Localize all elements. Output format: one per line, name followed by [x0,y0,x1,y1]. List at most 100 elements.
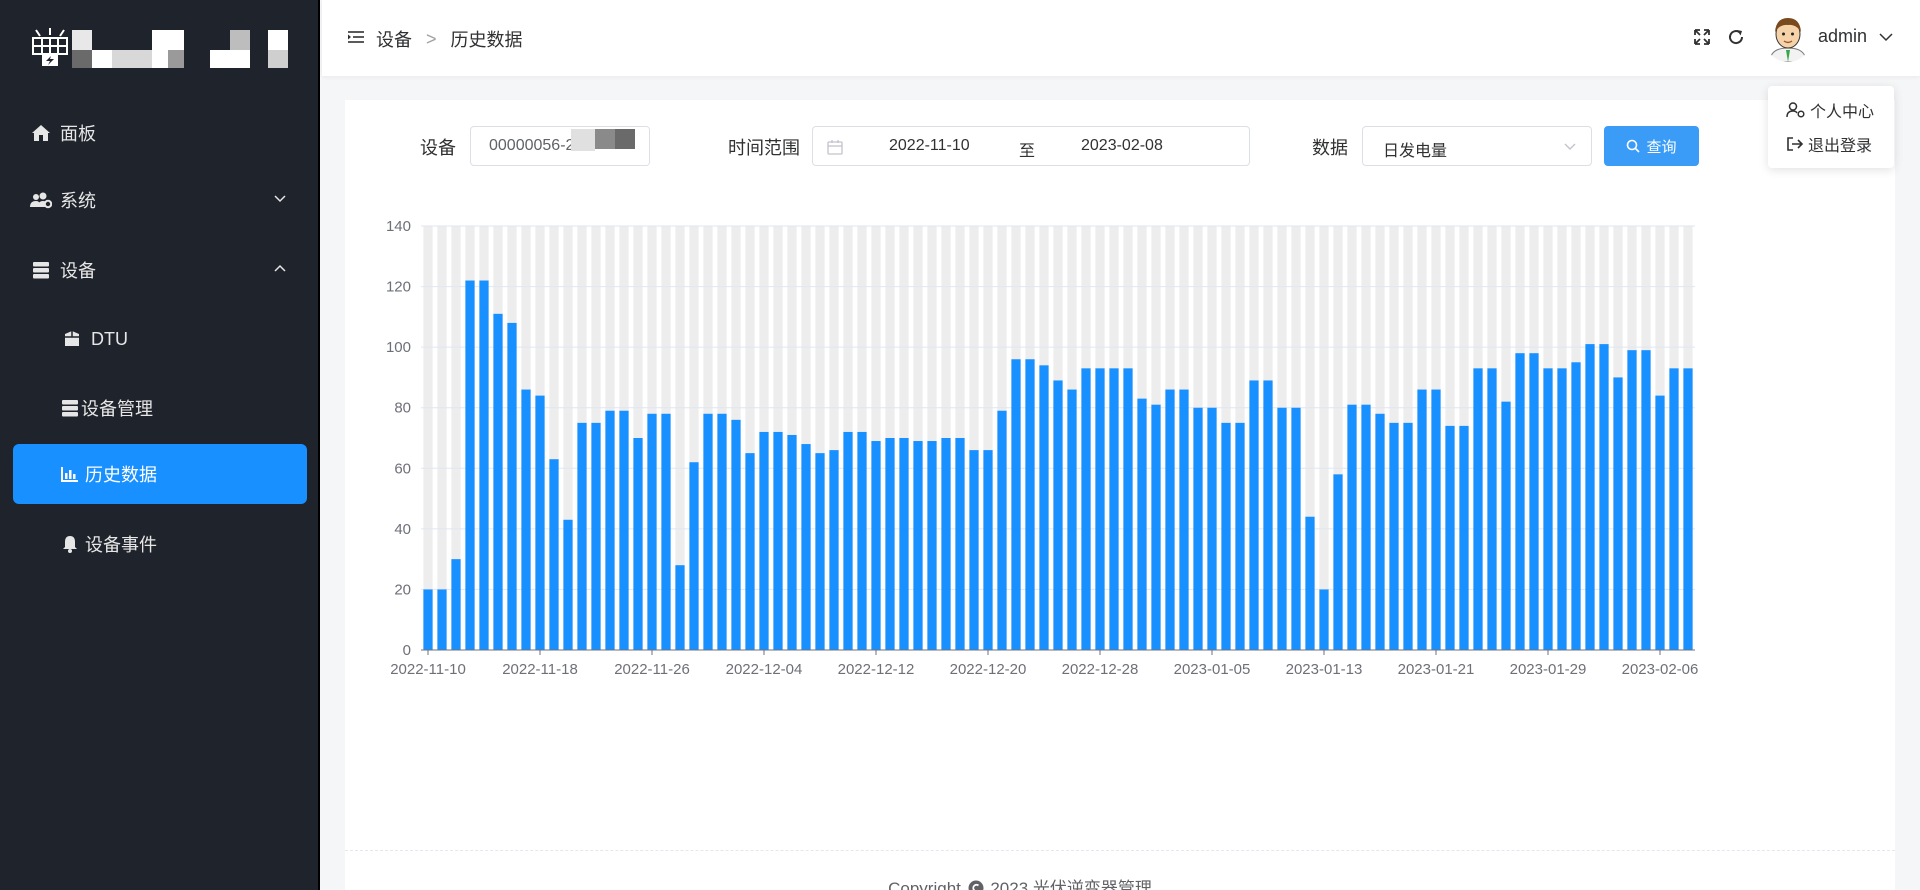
bar [1165,389,1175,650]
bar [1039,365,1049,650]
x-tick-label: 2023-02-06 [1622,661,1699,678]
bar [703,413,713,650]
bar [619,410,629,650]
bar [647,413,657,650]
x-tick-label: 2022-12-04 [726,661,803,678]
bar [1137,398,1147,650]
user-dropdown-menu: 个人中心 退出登录 [1768,86,1894,168]
bar [829,450,839,650]
bar [1361,404,1371,650]
bar [1333,474,1343,650]
bar [605,410,615,650]
sign-out-icon [1787,137,1804,151]
bar [1599,344,1609,650]
bar [423,589,433,650]
y-tick-label: 80 [394,400,411,417]
bar [1193,407,1203,650]
bar [1655,395,1665,650]
bar [1543,368,1553,650]
bar-background [437,226,447,650]
y-tick-label: 120 [386,279,411,296]
bar [871,441,881,650]
bar [507,322,517,650]
bar [815,453,825,650]
bar [955,438,965,650]
bar [675,565,685,650]
x-tick-label: 2022-11-10 [390,661,466,678]
bar [885,438,895,650]
bar [787,434,797,650]
bar [1207,407,1217,650]
bar [1221,422,1231,650]
bar [1151,404,1161,650]
y-tick-label: 100 [386,339,411,356]
bar [1109,368,1119,650]
bar [927,441,937,650]
x-tick-label: 2022-12-12 [838,661,915,678]
y-tick-label: 20 [394,581,411,598]
bar [1641,350,1651,650]
bar [1263,380,1273,650]
bar [913,441,923,650]
bar [1375,413,1385,650]
bar [1025,359,1035,650]
x-tick-label: 2023-01-13 [1286,661,1363,678]
copyright-label: Copyright [888,879,961,890]
bar [1585,344,1595,650]
bar [689,462,699,650]
bar [1347,404,1357,650]
bar [661,413,671,650]
bar [801,444,811,650]
x-tick-label: 2023-01-29 [1510,661,1587,678]
bar [1389,422,1399,650]
bar [535,395,545,650]
bar [1431,389,1441,650]
bar [465,280,475,650]
bar [745,453,755,650]
user-cog-icon [1786,102,1805,118]
daily-generation-bar-chart: 0 20 40 60 80 100 120 140 2022-11-10 2022-11-18 2… [386,218,1699,678]
x-tick-label: 2022-11-18 [502,661,578,678]
bar [1627,350,1637,650]
bar [1557,368,1567,650]
copyright-text: Copyright 2023 光伏逆变器管理 [0,874,1920,890]
bar [773,431,783,650]
menu-item-logout[interactable]: 退出登录 [1786,132,1872,156]
bar [899,438,909,650]
bar [1291,407,1301,650]
bar [1081,368,1091,650]
x-tick-label: 2022-11-26 [614,661,690,678]
x-tick-label: 2023-01-05 [1174,661,1251,678]
bar [1529,353,1539,650]
bar [941,438,951,650]
bar [1067,389,1077,650]
menu-item-label: 个人中心 [1810,104,1875,121]
bar [1403,422,1413,650]
bar [1305,516,1315,650]
y-tick-label: 60 [394,460,411,477]
bar [1515,353,1525,650]
bar [759,431,769,650]
bar [731,419,741,650]
bar [493,313,503,650]
x-tick-label: 2023-01-21 [1398,661,1475,678]
bar [1571,362,1581,650]
bar [1613,377,1623,650]
menu-item-profile[interactable]: 个人中心 [1786,98,1874,122]
bar-background [423,226,433,650]
bar [1445,425,1455,650]
bar [1179,389,1189,650]
copyright-year-name: 2023 光伏逆变器管理 [990,879,1152,890]
bar [549,459,559,650]
bar [1053,380,1063,650]
bar [521,389,531,650]
bar [479,280,489,650]
bar [437,589,447,650]
x-tick-label: 2022-12-28 [1062,661,1139,678]
bar [1095,368,1105,650]
bar [591,422,601,650]
bar [1487,368,1497,650]
bar [969,450,979,650]
bar [1249,380,1259,650]
bar [843,431,853,650]
